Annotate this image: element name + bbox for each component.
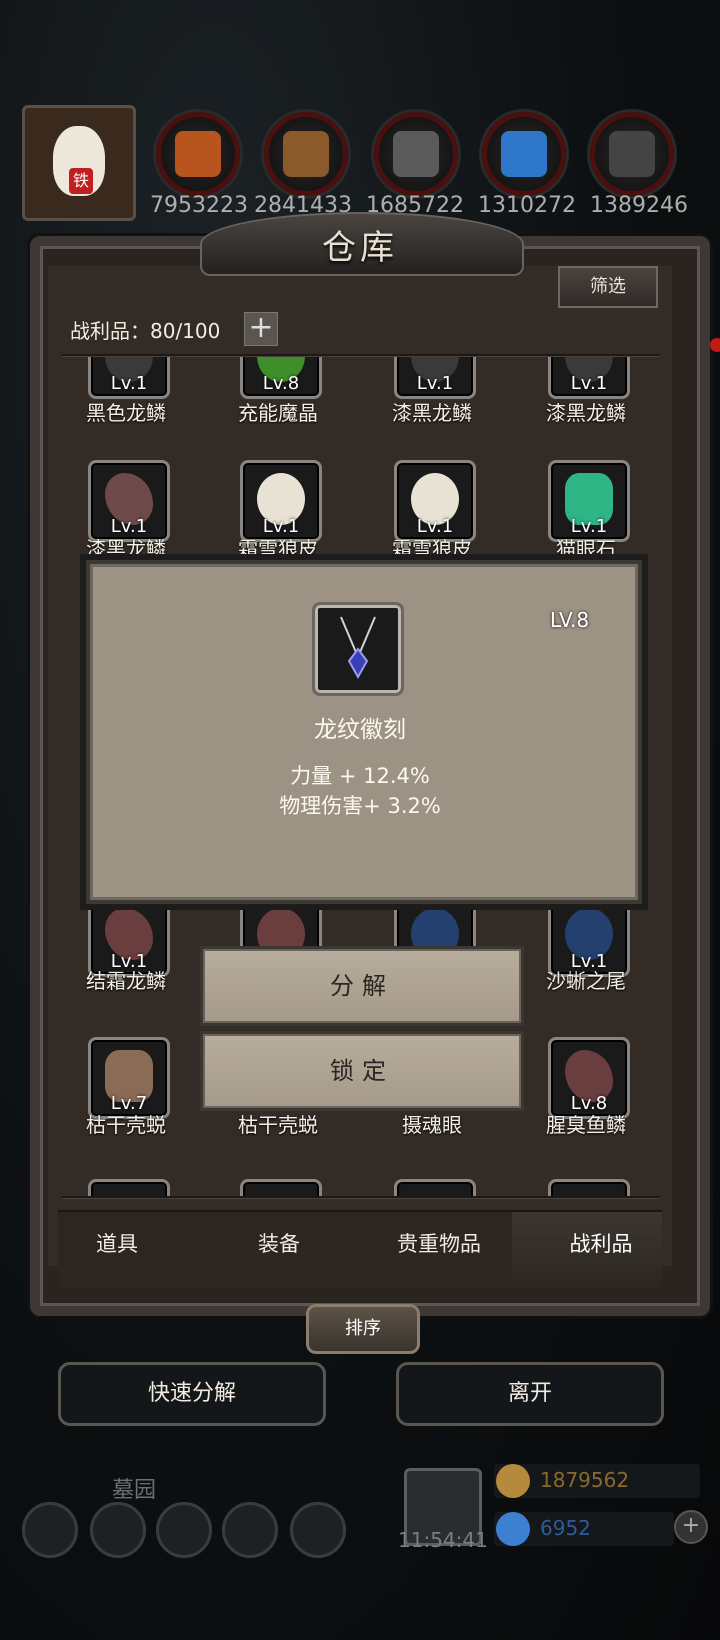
tab-equipment[interactable]: 装备 xyxy=(204,1228,354,1258)
item-name: 黑色龙鳞 xyxy=(86,401,166,425)
tab-loot[interactable]: 战利品 xyxy=(526,1228,676,1258)
mail-icon[interactable] xyxy=(222,1502,278,1558)
item-name: 漆黑龙鳞 xyxy=(392,401,472,425)
location-label: 墓园 xyxy=(112,1478,157,1503)
resource-crystal-icon[interactable] xyxy=(482,112,566,196)
item-slot[interactable] xyxy=(394,1179,476,1197)
item-level: Lv.1 xyxy=(570,373,608,394)
resource-iron-icon[interactable] xyxy=(374,112,458,196)
item-name: 枯干壳蜕 xyxy=(238,1113,318,1137)
item-name: 猫眼石 xyxy=(556,537,616,561)
item-detail-name: 龙纹徽刻 xyxy=(314,717,406,743)
player-avatar[interactable]: 铁 xyxy=(22,105,136,221)
item-slot[interactable]: Lv.7 xyxy=(88,1037,170,1119)
item-detail-slot xyxy=(312,602,404,696)
plank-icon xyxy=(283,131,329,177)
loot-capacity: 战利品：80/100 xyxy=(70,319,221,343)
steel-icon xyxy=(609,131,655,177)
item-name: 结霜龙鳞 xyxy=(86,969,166,993)
item-slot[interactable]: Lv.1 xyxy=(548,357,630,399)
list-bottom-divider xyxy=(62,1196,660,1198)
item-name: 霜雪狼皮 xyxy=(392,537,472,561)
crystal-icon xyxy=(501,131,547,177)
gate-icon[interactable] xyxy=(156,1502,212,1558)
item-stat: 物理伤害+ 3.2% xyxy=(279,794,441,818)
expand-capacity-button[interactable]: + xyxy=(244,312,278,346)
item-name: 枯干壳蜕 xyxy=(86,1113,166,1137)
tab-valuables[interactable]: 贵重物品 xyxy=(364,1228,514,1258)
notification-dot xyxy=(710,338,720,352)
leave-button[interactable]: 离开 xyxy=(396,1362,664,1426)
item-slot[interactable]: Lv.8 xyxy=(548,1037,630,1119)
item-stat: 力量 + 12.4% xyxy=(290,764,430,788)
lock-button[interactable]: 锁定 xyxy=(200,1031,524,1111)
resource-steel-icon[interactable] xyxy=(590,112,674,196)
item-name: 沙蜥之尾 xyxy=(546,969,626,993)
gem-icon xyxy=(496,1512,530,1546)
iron-icon xyxy=(393,131,439,177)
item-slot[interactable]: Lv.1 xyxy=(394,357,476,399)
item-name: 霜雪狼皮 xyxy=(238,537,318,561)
item-slot[interactable] xyxy=(240,1179,322,1197)
item-slot[interactable]: Lv.1 xyxy=(240,460,322,542)
item-slot[interactable]: Lv.8 xyxy=(240,357,322,399)
item-slot[interactable]: Lv.1 xyxy=(548,460,630,542)
gem-amount: 6952 xyxy=(540,1516,591,1540)
resource-count: 1310272 xyxy=(478,193,576,218)
filter-button[interactable]: 筛选 xyxy=(558,266,658,308)
item-level: Lv.8 xyxy=(262,373,300,394)
resource-wood-icon[interactable] xyxy=(156,112,240,196)
add-gem-button[interactable]: + xyxy=(674,1510,708,1544)
quick-decompose-button[interactable]: 快速分解 xyxy=(58,1362,326,1426)
item-detail-level: LV.8 xyxy=(550,608,590,632)
item-level: Lv.1 xyxy=(416,373,454,394)
item-name: 摄魂眼 xyxy=(402,1113,462,1137)
resource-count: 1389246 xyxy=(590,193,688,218)
item-slot[interactable] xyxy=(88,1179,170,1197)
decompose-button[interactable]: 分解 xyxy=(200,946,524,1026)
item-name: 漆黑龙鳞 xyxy=(546,401,626,425)
countdown-timer: 11:54:41 xyxy=(398,1528,488,1552)
item-name: 漆黑龙鳞 xyxy=(86,537,166,561)
list-top-divider xyxy=(62,354,660,356)
item-slot[interactable] xyxy=(548,1179,630,1197)
item-name: 充能魔晶 xyxy=(238,401,318,425)
gold-amount: 1879562 xyxy=(540,1468,630,1492)
pendant-icon xyxy=(340,616,376,680)
item-slot[interactable]: Lv.1 xyxy=(394,460,476,542)
avatar-badge: 铁 xyxy=(69,168,93,194)
item-name: 腥臭鱼鳞 xyxy=(546,1113,626,1137)
item-slot[interactable]: Lv.1 xyxy=(88,357,170,399)
tab-items[interactable]: 道具 xyxy=(42,1228,192,1258)
hero-icon[interactable] xyxy=(90,1502,146,1558)
meat-icon xyxy=(175,131,221,177)
window-title: 仓库 xyxy=(322,228,398,268)
item-slot[interactable]: Lv.1 xyxy=(88,460,170,542)
resource-plank-icon[interactable] xyxy=(264,112,348,196)
settings-icon[interactable] xyxy=(22,1502,78,1558)
resource-count: 7953223 xyxy=(150,193,248,218)
gold-icon xyxy=(496,1464,530,1498)
sort-button[interactable]: 排序 xyxy=(306,1304,420,1354)
gift-box-icon[interactable] xyxy=(290,1502,346,1558)
item-level: Lv.1 xyxy=(110,373,148,394)
